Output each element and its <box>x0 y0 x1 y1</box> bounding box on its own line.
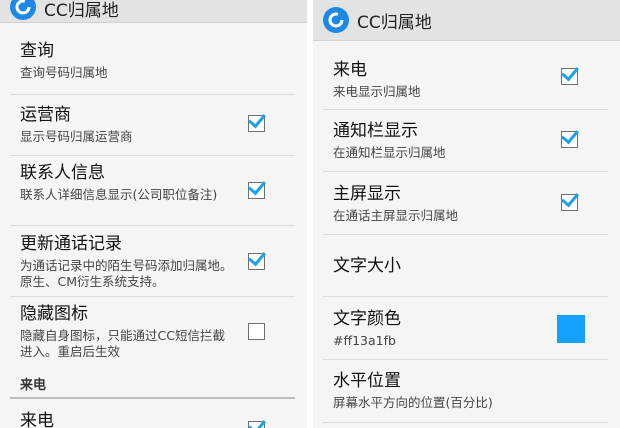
pref-title: 文字大小 <box>333 256 401 276</box>
app-title: CC归属地 <box>357 12 432 33</box>
divider <box>323 296 608 297</box>
category-divider <box>10 397 295 399</box>
pref-summary: 隐藏自身图标，只能通过CC短信拦截进入。重启后生效 <box>20 328 225 359</box>
right-settings-screen: CC归属地 来电 来电显示归属地 通知栏显示 在通知栏显示归属地 主屏显示 在通… <box>313 0 620 428</box>
divider <box>323 359 608 360</box>
incoming-call-checkbox[interactable] <box>561 68 578 85</box>
update-call-log-checkbox[interactable] <box>248 253 265 270</box>
pref-summary: 查询号码归属地 <box>20 65 108 80</box>
main-screen-display-checkbox[interactable] <box>561 194 578 211</box>
pref-hide-icon[interactable]: 隐藏图标 隐藏自身图标，只能通过CC短信拦截进入。重启后生效 <box>20 303 237 363</box>
pref-update-call-log[interactable]: 更新通话记录 为通话记录中的陌生号码添加归属地。原生、CM衍生系统支持。 <box>20 233 237 293</box>
app-bar: CC归属地 <box>313 0 620 41</box>
pref-summary: 屏幕水平方向的位置(百分比) <box>333 395 493 410</box>
contact-info-checkbox[interactable] <box>248 182 265 199</box>
incoming-call-checkbox[interactable] <box>248 421 265 428</box>
divider <box>323 422 608 423</box>
app-bar: CC归属地 <box>0 0 307 23</box>
category-header-incoming-call: 来电 <box>20 378 47 393</box>
divider <box>10 94 295 95</box>
pref-summary: 来电显示归属地 <box>333 84 421 99</box>
pref-summary: 联系人详细信息显示(公司职位备注) <box>20 187 218 202</box>
pref-text-size[interactable]: 文字大小 <box>333 255 606 281</box>
divider <box>10 296 295 297</box>
pref-contact-info[interactable]: 联系人信息 联系人详细信息显示(公司职位备注) <box>20 162 237 222</box>
pref-title: 更新通话记录 <box>20 234 122 254</box>
pref-title: 水平位置 <box>333 371 401 391</box>
hide-icon-checkbox[interactable] <box>248 323 265 340</box>
pref-title: 联系人信息 <box>20 163 105 183</box>
pref-query[interactable]: 查询 查询号码归属地 <box>20 40 293 88</box>
text-color-swatch[interactable] <box>557 315 585 343</box>
pref-horizontal-position[interactable]: 水平位置 屏幕水平方向的位置(百分比) <box>333 370 606 412</box>
notification-display-checkbox[interactable] <box>561 131 578 148</box>
pref-summary: 为通话记录中的陌生号码添加归属地。原生、CM衍生系统支持。 <box>20 258 233 289</box>
left-settings-screen: CC归属地 查询 查询号码归属地 运营商 显示号码归属运营商 联系人信息 联系人… <box>0 0 307 428</box>
pref-title: 查询 <box>20 41 54 61</box>
divider <box>323 171 608 172</box>
app-logo-icon <box>323 7 349 33</box>
divider <box>323 109 608 110</box>
app-logo-icon <box>10 0 36 20</box>
divider <box>10 155 295 156</box>
carrier-checkbox[interactable] <box>248 115 265 132</box>
pref-title: 隐藏图标 <box>20 304 88 324</box>
divider <box>10 225 295 226</box>
app-title: CC归属地 <box>44 0 119 21</box>
divider <box>323 234 608 235</box>
